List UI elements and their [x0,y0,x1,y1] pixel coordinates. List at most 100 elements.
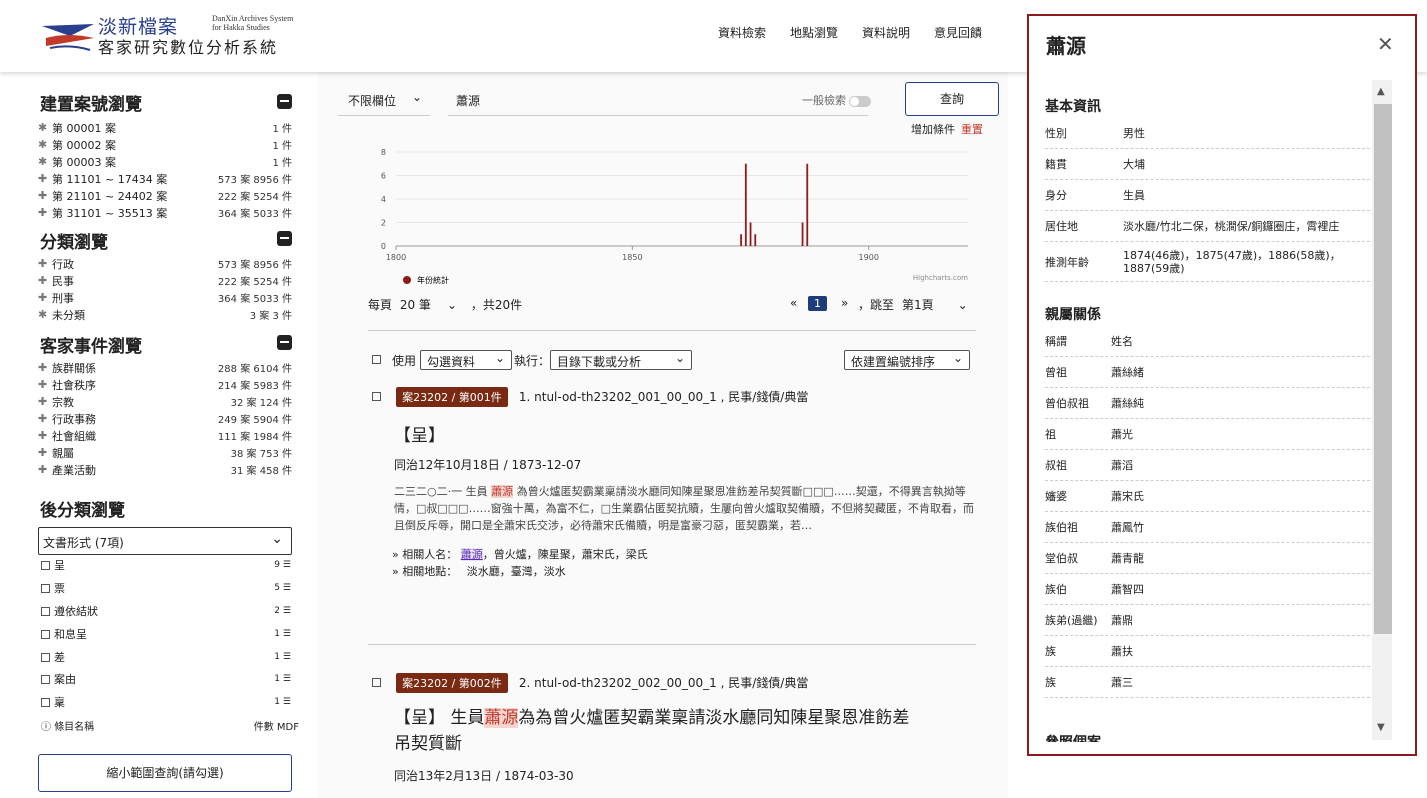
doc-item[interactable]: 差 1 ☰ [41,649,291,665]
doc-item[interactable]: 遵依結狀 2 ☰ [41,603,291,619]
doc-item[interactable]: 案由 1 ☰ [41,671,291,687]
result-checkbox[interactable] [372,392,381,401]
asterisk-icon: ✱ [38,155,48,168]
hakka-item[interactable]: ✚ 行政事務 249 案 5904 件 [38,410,292,427]
hakka-item[interactable]: ✚ 產業活動 31 案 458 件 [38,461,292,478]
nav-places[interactable]: 地點瀏覽 [790,24,838,41]
case-item[interactable]: ✱ 第 00003 案1 件 [38,153,292,170]
panel-title: 蕭源 [1046,34,1086,58]
select-mode-dropdown[interactable]: 勾選資料 ⌄ [420,350,512,370]
kin-row: 曾祖 蕭絲緒 [1045,357,1375,388]
case-item[interactable]: ✚ 第 11101 ~ 17434 案 573 案 8956 件 [38,170,292,187]
result-title[interactable]: 【呈】 [394,421,982,446]
legend-marker [403,276,411,284]
reset-link[interactable]: 重置 [961,123,983,136]
related-people: » 相關人名： 蕭源，曾火爐，陳星聚，蕭宋氏，梁氏 [392,548,648,561]
person-link[interactable]: 蕭源 [460,548,483,561]
collapse-icon[interactable] [277,94,292,109]
info-row: 居住地 淡水廳/竹北二保，桃澗保/銅鑼圈庄，霄裡庄 [1045,211,1375,242]
chevron-down-icon: ⌄ [952,351,963,365]
result-id[interactable]: 2. ntul-od-th23202_002_00_00_1 , 民事/錢債/典… [519,676,808,690]
bar [744,163,747,246]
doc-item[interactable]: 呈 9 ☰ [41,557,291,573]
case-item[interactable]: ✚ 第 31101 ~ 35513 案 364 案 5033 件 [38,204,292,221]
legend-label[interactable]: 年份統計 [417,275,449,285]
plus-icon: ✚ [38,429,48,442]
search-button[interactable]: 查詢 [905,82,999,116]
collapse-icon[interactable] [277,335,292,350]
category-item[interactable]: ✚ 刑事 364 案 5033 件 [38,289,292,306]
action-dropdown[interactable]: 目錄下載或分析 ⌄ [550,350,692,370]
category-item[interactable]: ✚ 民事 222 案 5254 件 [38,272,292,289]
sort-dropdown[interactable]: 依建置編號排序 ⌄ [844,350,970,370]
hakka-item[interactable]: ✚ 社會秩序 214 案 5983 件 [38,376,292,393]
result-checkbox[interactable] [372,678,381,687]
list-icon: ☰ [282,606,291,616]
result-id[interactable]: 1. ntul-od-th23202_001_00_00_1 , 民事/錢債/典… [519,390,808,404]
list-icon: ☰ [282,652,291,662]
jump-page-select[interactable]: 第1頁 ⌄ [902,296,968,313]
nav-docs[interactable]: 資料說明 [862,24,910,41]
doc-type-select[interactable]: 文書形式 (7項) ⌄ [38,527,292,555]
select-all-checkbox[interactable] [372,355,381,364]
page-1[interactable]: 1 [808,296,827,311]
toggle-switch[interactable] [849,95,871,107]
prev-page[interactable]: « [790,296,797,310]
nav-feedback[interactable]: 意見回饋 [934,24,982,41]
result-snippet: 二三二○二·一 生員 蕭源 為曾火爐匿契霸業稟請淡水廳同知陳星聚恩准飭差吊契質斷… [394,485,974,532]
hakka-item[interactable]: ✚ 社會組織 111 案 1984 件 [38,427,292,444]
chart-credit[interactable]: Highcharts.com [913,274,968,282]
plus-icon: ✚ [38,463,48,476]
plus-icon: ✚ [38,172,48,185]
narrow-search-button[interactable]: 縮小範圍查詢(請勾選) [38,754,292,792]
scroll-thumb[interactable] [1374,104,1392,634]
related-places: » 相關地點： 淡水廳，臺灣，淡水 [392,565,566,578]
checkbox[interactable] [41,629,50,639]
case-item[interactable]: ✱ 第 00001 案1 件 [38,119,292,136]
logo-subtitle: 客家研究數位分析系統 [98,38,279,57]
result-date: 同治12年10月18日 / 1873-12-07 [394,458,582,472]
post-category-title: 後分類瀏覽 [40,501,125,521]
category-item[interactable]: ✱ 未分類 3 案 3 件 [38,306,292,323]
checkbox[interactable] [41,697,50,707]
condition-links: 增加條件 重置 [911,121,983,137]
case-tag[interactable]: 案23202 / 第001件 [396,387,508,407]
hakka-item[interactable]: ✚ 親屬 38 案 753 件 [38,444,292,461]
checkbox[interactable] [41,606,50,616]
result-title[interactable]: 【呈】 生員蕭源為為曾火爐匿契霸業稟請淡水廳同知陳星聚恩准飭差 吊契質斷 [394,705,982,757]
case-item[interactable]: ✚ 第 21101 ~ 24402 案 222 案 5254 件 [38,187,292,204]
add-condition-link[interactable]: 增加條件 [911,123,955,136]
scroll-down-icon[interactable]: ▼ [1377,722,1385,733]
x-tick-labels: 1800 1850 1900 [386,246,879,262]
info-row: 身分 生員 [1045,180,1375,211]
reference-cases-title: 參照個案 [1045,732,1101,742]
result-item: 案23202 / 第001件 1. ntul-od-th23202_001_00… [372,386,982,580]
result-controls: 使用 勾選資料 ⌄ 執行： 目錄下載或分析 ⌄ 依建置編號排序 ⌄ [370,350,980,372]
category-item[interactable]: ✚ 行政 573 案 8956 件 [38,255,292,272]
per-page-select[interactable]: 20 筆 ⌄ [400,298,457,312]
checkbox[interactable] [41,560,50,570]
checkbox[interactable] [41,674,50,684]
checkbox[interactable] [41,652,50,662]
nav-search[interactable]: 資料檢索 [718,24,766,41]
basic-info-title: 基本資訊 [1045,99,1101,115]
general-search-toggle[interactable]: 一般檢索 [802,92,871,108]
next-page[interactable]: » [841,296,848,310]
doc-item[interactable]: 稟 1 ☰ [41,694,291,710]
hakka-browse-title: 客家事件瀏覽 [40,337,142,357]
doc-item[interactable]: 和息呈 1 ☰ [41,626,291,642]
site-logo[interactable]: 淡新檔案 客家研究數位分析系統 DanXin Archives System fo… [40,12,330,58]
close-icon[interactable]: ✕ [1377,32,1394,56]
plus-icon: ✚ [38,446,48,459]
checkbox[interactable] [41,583,50,593]
hakka-item[interactable]: ✚ 族群關係 288 案 6104 件 [38,359,292,376]
scroll-up-icon[interactable]: ▲ [1377,86,1385,97]
field-scope-select[interactable]: 不限欄位 ⌄ [338,86,430,116]
case-item[interactable]: ✱ 第 00002 案1 件 [38,136,292,153]
collapse-icon[interactable] [277,231,292,246]
hakka-item[interactable]: ✚ 宗教 32 案 124 件 [38,393,292,410]
case-tag[interactable]: 案23202 / 第002件 [396,673,508,693]
divider [368,644,976,645]
panel-scrollbar[interactable]: ▲ ▼ [1372,80,1392,740]
doc-item[interactable]: 票 5 ☰ [41,580,291,596]
